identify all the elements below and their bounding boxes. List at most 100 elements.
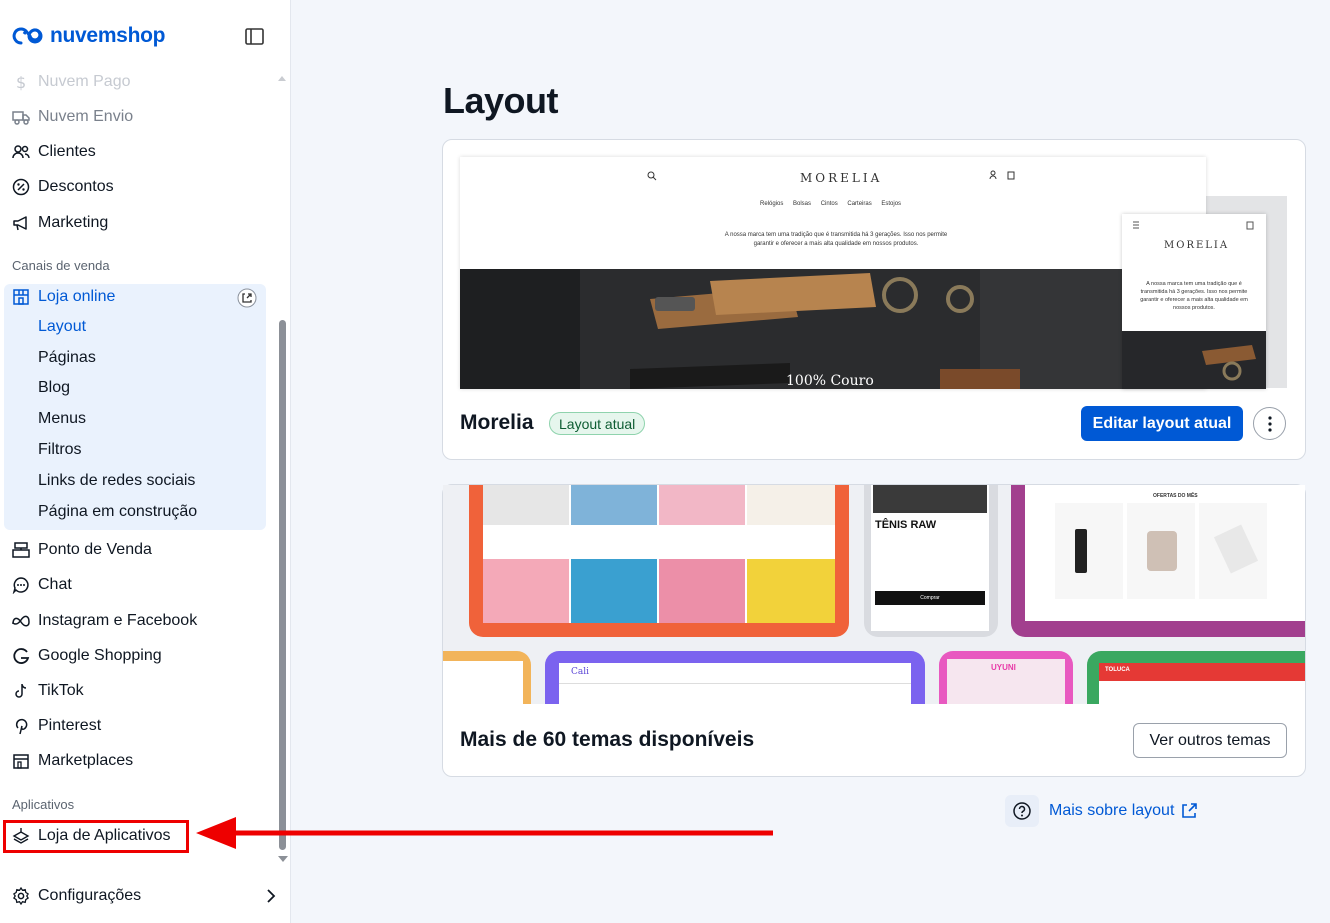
mobile-preview-text: A nossa marca tem uma tradição que é tra… [1140,281,1248,311]
sidebar-sub-construction[interactable]: Página em construção [38,503,197,521]
sidebar-item-chat[interactable]: Chat [12,571,72,599]
sidebar-item-nuvem-envio[interactable]: Nuvem Envio [12,103,133,131]
sidebar-item-label: Descontos [38,178,114,195]
sidebar-sub-filtros[interactable]: Filtros [38,441,82,459]
theme-art-label: Cali [571,667,590,677]
themes-collage-image: TÊNIS RAW Comprar OFERTAS DO MÊS Cali UY… [443,485,1305,704]
section-title-apps: Aplicativos [12,797,75,812]
sidebar-sub-paginas[interactable]: Páginas [38,349,96,367]
sidebar-item-label: Configurações [38,887,142,904]
sidebar-item-label: Instagram e Facebook [38,612,198,629]
dollar-icon: $ [12,73,30,92]
sidebar-item-configuracoes[interactable]: Configurações [12,882,141,910]
help-icon [1005,795,1039,827]
chevron-right-icon[interactable] [265,887,277,905]
current-theme-name: Morelia [460,411,534,434]
leather-keychain-image [460,269,1206,389]
mobile-menu-icon [1133,221,1254,230]
mobile-preview-image [1122,331,1266,389]
marketplace-icon [12,752,30,770]
sidebar-sub-layout[interactable]: Layout [38,318,86,336]
sidebar-item-clientes[interactable]: Clientes [12,138,96,166]
sidebar-item-label: Google Shopping [38,647,162,664]
users-icon [12,143,30,161]
sidebar-item-loja-online[interactable]: Loja online [12,283,115,311]
edit-layout-button[interactable]: Editar layout atual [1081,406,1243,441]
sidebar-item-label: Ponto de Venda [38,541,152,558]
preview-search-icon [647,171,657,181]
section-title-sales: Canais de venda [12,258,110,273]
kebab-icon [1267,415,1272,432]
page-title: Layout [443,80,559,121]
megaphone-icon [12,214,30,232]
preview-brand: MORELIA [800,171,883,185]
store-icon [12,288,30,306]
brand-logo[interactable]: nuvemshop [12,24,165,48]
sidebar: nuvemshop $ Nuvem Pago Nuvem Envio Clien… [0,0,291,923]
tiktok-icon [12,682,30,700]
sidebar-item-descontos[interactable]: Descontos [12,173,114,201]
external-link-icon [1182,803,1198,818]
sidebar-item-marketing[interactable]: Marketing [12,209,108,237]
chat-icon [12,576,30,595]
preview-text: A nossa marca tem uma tradição que é tra… [724,232,948,247]
svg-text:$: $ [16,73,26,91]
meta-icon [12,612,30,630]
pos-icon [12,541,30,559]
sidebar-item-google-shopping[interactable]: Google Shopping [12,642,162,670]
themes-card-title: Mais de 60 temas disponíveis [460,728,755,751]
sidebar-item-instagram-facebook[interactable]: Instagram e Facebook [12,607,197,635]
sidebar-item-ponto-de-venda[interactable]: Ponto de Venda [12,536,152,564]
scroll-down-arrow[interactable] [278,856,288,862]
mobile-preview: MORELIA A nossa marca tem uma tradição q… [1122,214,1266,389]
more-options-button[interactable] [1253,407,1286,440]
sidebar-item-pinterest[interactable]: Pinterest [12,712,101,740]
sidebar-toggle-icon[interactable] [245,28,264,45]
discount-icon [12,178,30,196]
sidebar-item-tiktok[interactable]: TikTok [12,677,84,705]
sidebar-item-label: Pinterest [38,717,102,734]
theme-art-label: TÊNIS RAW [875,519,937,531]
gear-icon [12,886,30,906]
sidebar-sub-social-links[interactable]: Links de redes sociais [38,472,195,490]
desktop-preview: MORELIA Relógios Bolsas Cintos Carteiras… [460,157,1206,389]
brand-name: nuvemshop [50,24,166,47]
annotation-arrow-icon [196,817,773,849]
sidebar-item-label: Loja online [38,288,116,305]
sidebar-scrollbar[interactable] [279,320,286,850]
preview-hero-image [460,269,1206,389]
theme-art-label: OFERTAS DO MÊS [1153,493,1198,499]
truck-icon [12,108,30,126]
sidebar-item-nuvem-pago[interactable]: $ Nuvem Pago [12,68,131,96]
sidebar-sub-menus[interactable]: Menus [38,410,86,428]
help-link[interactable]: Mais sobre layout [1049,802,1174,820]
help-link-row[interactable]: Mais sobre layout [1005,795,1198,827]
external-link-icon[interactable] [237,288,257,308]
sidebar-item-label: Marketplaces [38,752,134,769]
sidebar-item-label: Nuvem Envio [38,108,134,125]
preview-menu: Relógios Bolsas Cintos Carteiras Estojos [760,201,902,207]
sidebar-item-label: Nuvem Pago [38,73,131,90]
theme-thumb-phone-screen: TÊNIS RAW Comprar [871,485,989,631]
theme-art-label: UYUNI [991,663,1016,672]
sidebar-item-marketplaces[interactable]: Marketplaces [12,747,133,775]
pinterest-icon [12,717,30,735]
sidebar-item-label: Marketing [38,214,109,231]
theme-art-label: TOLUCA [1105,667,1130,673]
preview-cart-icon [989,170,1015,180]
theme-thumb-orange-screen [483,485,835,623]
sidebar-sub-blog[interactable]: Blog [38,379,70,397]
mobile-preview-brand: MORELIA [1164,240,1230,251]
theme-thumb-purple-screen: OFERTAS DO MÊS [1025,485,1305,621]
see-other-themes-button[interactable]: Ver outros temas [1133,723,1287,758]
sidebar-item-label: Chat [38,576,72,593]
google-icon [12,647,30,665]
theme-art-label: Comprar [875,591,985,605]
sidebar-item-label: Clientes [38,143,96,160]
cloud-logo-icon [12,27,43,45]
sidebar-item-label: TikTok [38,682,84,699]
annotation-highlight-box [3,820,189,853]
preview-caption: 100% Couro [786,373,874,389]
current-layout-badge: Layout atual [549,412,646,435]
scroll-up-arrow[interactable] [278,76,286,81]
